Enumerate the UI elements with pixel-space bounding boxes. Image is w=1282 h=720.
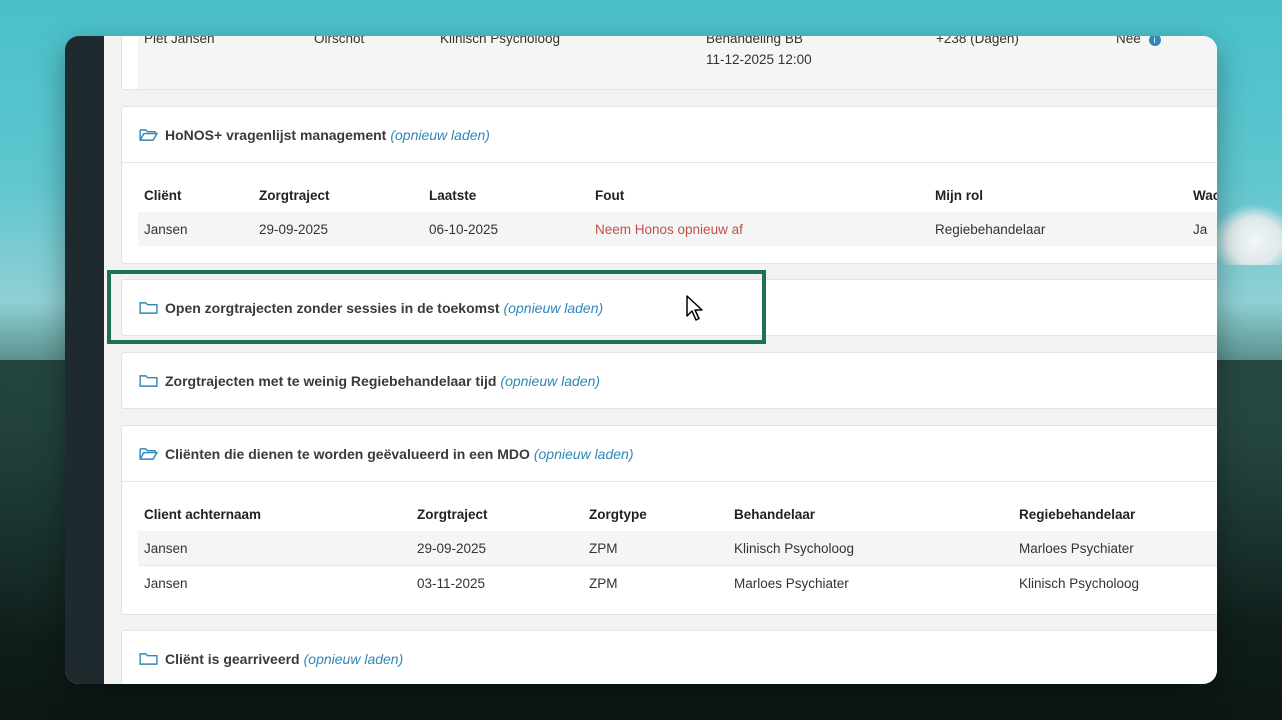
col-client-achternaam: Client achternaam — [144, 506, 262, 522]
location-cell: Oirschot — [314, 36, 440, 89]
col-laatste: Laatste — [429, 187, 477, 203]
zorgtraject-cell: 29-09-2025 — [417, 531, 589, 566]
col-mijn-rol: Mijn rol — [935, 187, 983, 203]
weinig-tijd-title: Zorgtrajecten met te weinig Regiebehande… — [165, 372, 497, 389]
days-cell: +238 (Dagen) — [936, 36, 1116, 89]
sidebar — [65, 36, 104, 684]
col-zorgtraject: Zorgtraject — [417, 506, 488, 522]
zorgtype-cell: ZPM — [589, 565, 734, 600]
client-cell: Jansen — [138, 212, 259, 246]
honos-table: Cliënt Zorgtraject Laatste Fout Mijn rol… — [138, 178, 1217, 246]
activity-text: Behandeling BB — [706, 36, 803, 46]
flag-text: Nee — [1116, 36, 1141, 46]
folder-open-icon — [139, 447, 158, 460]
behandelaar-cell: Marloes Psychiater — [734, 565, 1019, 600]
table-row[interactable]: Jansen 03-11-2025 ZPM Marloes Psychiater… — [138, 565, 1217, 600]
table-row[interactable]: Jansen 29-09-2025 06-10-2025 Neem Honos … — [138, 212, 1217, 246]
folder-icon — [139, 652, 158, 665]
table-row[interactable]: Jansen 29-09-2025 ZPM Klinisch Psycholoo… — [138, 531, 1217, 566]
app-window: Piet Jansen Oirschot Klinisch Psycholoog… — [65, 36, 1217, 684]
honos-card: HoNOS+ vragenlijst management (opnieuw l… — [121, 106, 1217, 264]
col-behandelaar: Behandelaar — [734, 506, 816, 522]
col-fout: Fout — [595, 187, 625, 203]
open-zorgtrajecten-card: Open zorgtrajecten zonder sessies in de … — [121, 279, 1217, 336]
zorgtraject-cell: 03-11-2025 — [417, 565, 589, 600]
previous-card: Piet Jansen Oirschot Klinisch Psycholoog… — [121, 36, 1217, 90]
open-zorgtrajecten-title: Open zorgtrajecten zonder sessies in de … — [165, 299, 500, 316]
role-cell: Klinisch Psycholoog — [440, 36, 706, 89]
col-zorgtype: Zorgtype — [589, 506, 647, 522]
behandelaar-cell: Klinisch Psycholoog — [734, 531, 1019, 566]
info-icon[interactable]: i — [1148, 36, 1161, 46]
mdo-reload-link[interactable]: (opnieuw laden) — [534, 446, 634, 462]
activity-cell: Behandeling BB 11-12-2025 12:00 — [706, 36, 936, 89]
background-cloud — [1212, 205, 1282, 265]
client-cell: Jansen — [138, 565, 417, 600]
mouse-cursor-icon — [686, 295, 703, 321]
honos-header[interactable]: HoNOS+ vragenlijst management (opnieuw l… — [122, 107, 1217, 162]
table-header-row: Client achternaam Zorgtraject Zorgtype B… — [138, 497, 1217, 531]
weinig-tijd-card: Zorgtrajecten met te weinig Regiebehande… — [121, 352, 1217, 409]
col-zorgtraject: Zorgtraject — [259, 187, 330, 203]
datetime-text: 11-12-2025 12:00 — [706, 52, 812, 67]
folder-icon — [139, 301, 158, 314]
previous-table: Piet Jansen Oirschot Klinisch Psycholoog… — [138, 36, 1217, 89]
open-zorgtrajecten-reload-link[interactable]: (opnieuw laden) — [504, 300, 604, 316]
wac-cell: Ja — [1193, 212, 1217, 246]
zorgtype-cell: ZPM — [589, 531, 734, 566]
honos-reload-link[interactable]: (opnieuw laden) — [390, 127, 490, 143]
weinig-tijd-reload-link[interactable]: (opnieuw laden) — [500, 373, 600, 389]
folder-open-icon — [139, 128, 158, 141]
rol-cell: Regiebehandelaar — [935, 212, 1193, 246]
error-link[interactable]: Neem Honos opnieuw af — [595, 212, 935, 246]
mdo-title: Cliënten die dienen te worden geëvalueer… — [165, 445, 530, 462]
client-cell: Jansen — [138, 531, 417, 566]
mdo-header[interactable]: Cliënten die dienen te worden geëvalueer… — [122, 426, 1217, 481]
gearriveerd-reload-link[interactable]: (opnieuw laden) — [304, 651, 404, 667]
table-row[interactable]: Piet Jansen Oirschot Klinisch Psycholoog… — [138, 36, 1217, 89]
regiebehandelaar-cell: Klinisch Psycholoog — [1019, 565, 1217, 600]
weinig-tijd-header[interactable]: Zorgtrajecten met te weinig Regiebehande… — [122, 353, 1217, 408]
laatste-cell: 06-10-2025 — [429, 212, 595, 246]
client-cell: Piet Jansen — [138, 36, 314, 89]
regiebehandelaar-cell: Marloes Psychiater — [1019, 531, 1217, 566]
gearriveerd-card: Cliënt is gearriveerd (opnieuw laden) — [121, 630, 1217, 684]
col-regiebehandelaar: Regiebehandelaar — [1019, 506, 1136, 522]
folder-icon — [139, 374, 158, 387]
honos-title: HoNOS+ vragenlijst management — [165, 126, 387, 143]
gearriveerd-header[interactable]: Cliënt is gearriveerd (opnieuw laden) — [122, 631, 1217, 684]
table-header-row: Cliënt Zorgtraject Laatste Fout Mijn rol… — [138, 178, 1217, 212]
mdo-card: Cliënten die dienen te worden geëvalueer… — [121, 425, 1217, 615]
flag-cell: Nee i — [1116, 36, 1217, 89]
gearriveerd-title: Cliënt is gearriveerd — [165, 650, 300, 667]
col-client: Cliënt — [144, 187, 182, 203]
dashboard-content[interactable]: Piet Jansen Oirschot Klinisch Psycholoog… — [104, 36, 1217, 684]
mdo-table: Client achternaam Zorgtraject Zorgtype B… — [138, 497, 1217, 600]
zorgtraject-cell: 29-09-2025 — [259, 212, 429, 246]
open-zorgtrajecten-header[interactable]: Open zorgtrajecten zonder sessies in de … — [122, 280, 1217, 335]
col-wac: Wac — [1193, 187, 1217, 203]
